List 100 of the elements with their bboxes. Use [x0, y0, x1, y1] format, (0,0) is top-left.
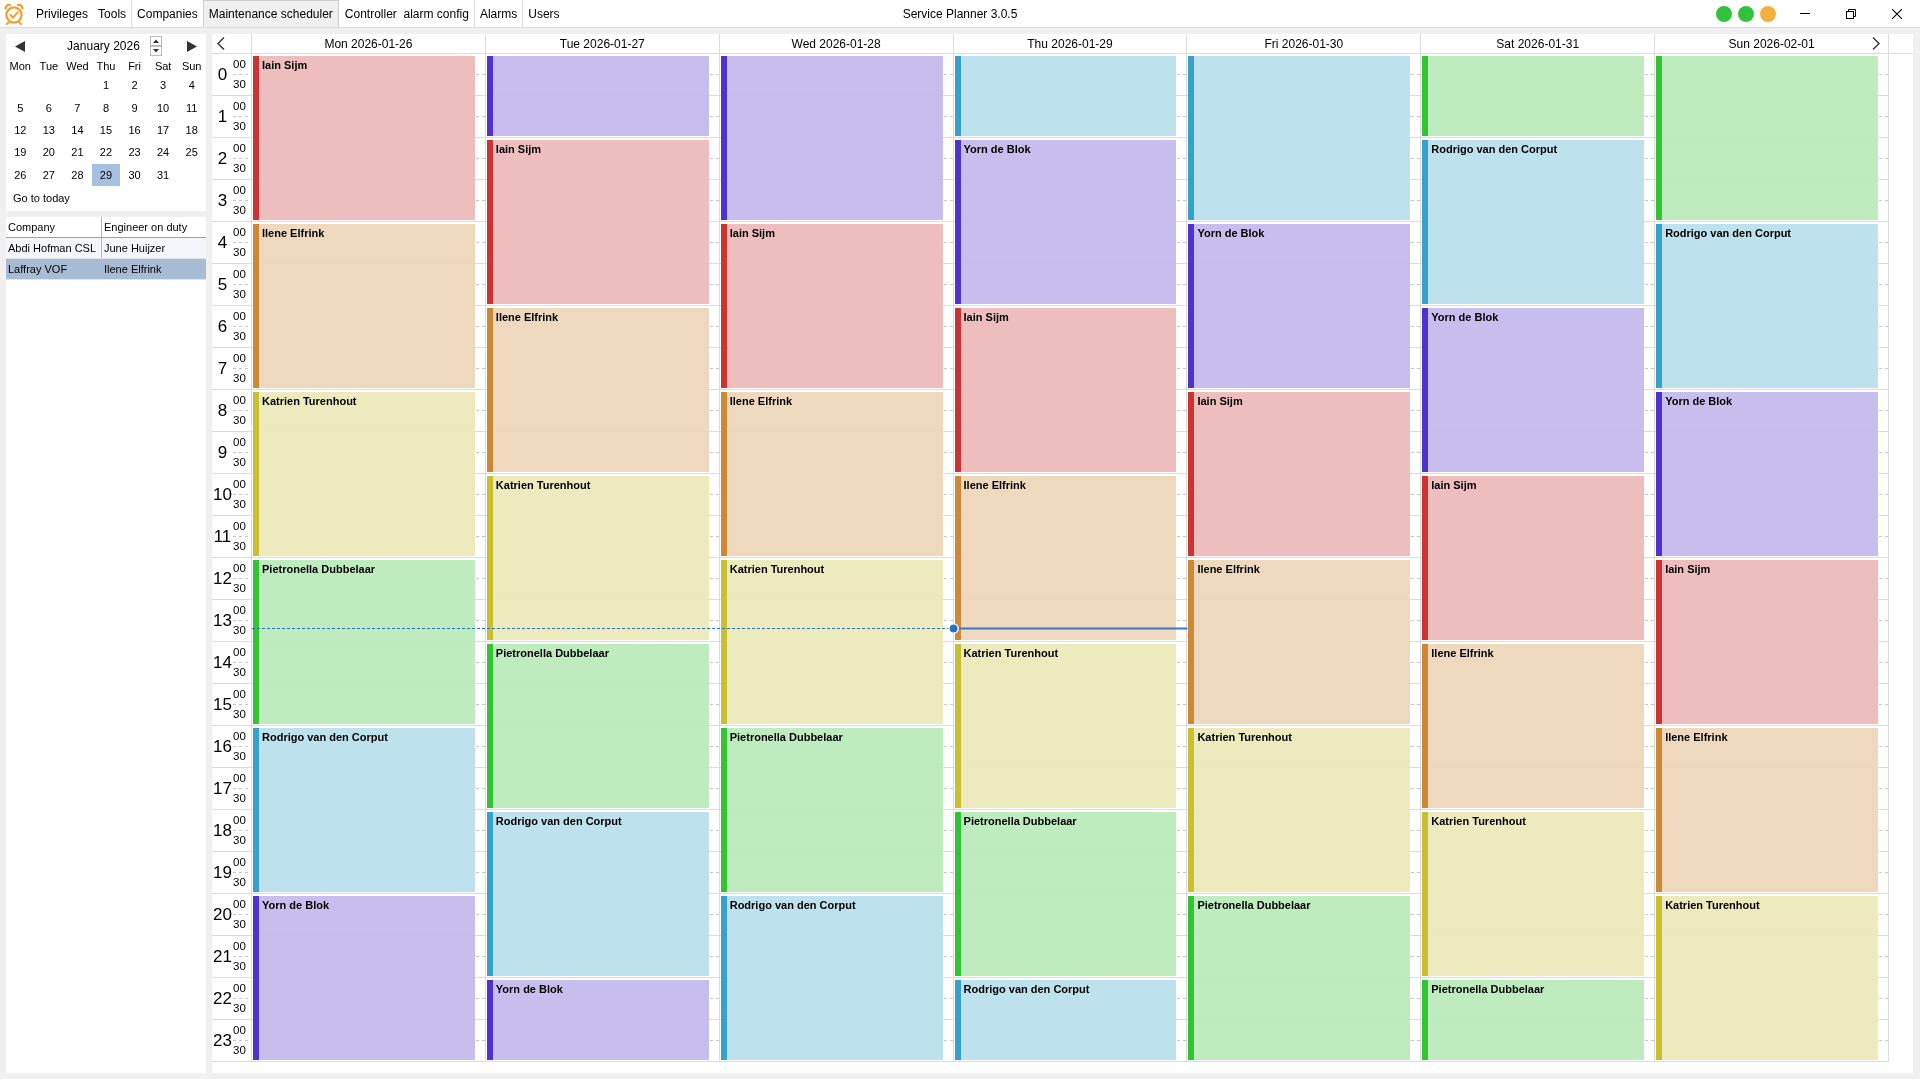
spinner-arrows-icon[interactable]: [149, 36, 162, 56]
event-block[interactable]: Pietronella Dubbelaar: [1188, 896, 1411, 1060]
column-header[interactable]: Company: [6, 217, 102, 237]
event-block[interactable]: Ilene Elfrink: [1656, 728, 1878, 892]
calendar-day[interactable]: 22: [91, 141, 121, 164]
event-block[interactable]: Rodrigo van den Corput: [486, 812, 709, 976]
calendar-day[interactable]: 10: [148, 96, 178, 119]
event-block[interactable]: Ilene Elfrink: [954, 476, 1177, 640]
event-block[interactable]: Katrien Turenhout: [954, 644, 1177, 808]
event-block[interactable]: Katrien Turenhout: [486, 476, 709, 640]
event-title: Yorn de Blok: [261, 898, 331, 911]
event-block[interactable]: Rodrigo van den Corput: [253, 728, 475, 892]
hour-label: 8: [216, 399, 229, 422]
tab[interactable]: Alarms: [473, 0, 523, 27]
hour-label: 3: [216, 189, 229, 212]
event-block[interactable]: Pietronella Dubbelaar: [486, 644, 709, 808]
calendar-day[interactable]: 30: [120, 163, 149, 186]
calendar-day[interactable]: 2: [120, 74, 149, 97]
event-block[interactable]: Katrien Turenhout: [720, 560, 943, 724]
event-block[interactable]: Yorn de Blok: [954, 140, 1177, 304]
event-block[interactable]: Pietronella Dubbelaar: [720, 728, 943, 892]
event-block[interactable]: Katrien Turenhout: [1188, 728, 1411, 892]
table-row[interactable]: Abdi Hofman CSL June Huijzer: [6, 238, 206, 259]
calendar-day[interactable]: 9: [120, 96, 149, 119]
chevron-right-icon[interactable]: [1872, 37, 1880, 50]
column-header[interactable]: Engineer on duty: [102, 217, 206, 237]
calendar-day[interactable]: 24: [148, 141, 178, 164]
calendar-day[interactable]: 12: [6, 118, 35, 142]
menu-item[interactable]: Privileges: [31, 0, 94, 27]
event-block[interactable]: Pietronella Dubbelaar: [1422, 980, 1645, 1060]
table-cell: Laffray VOF: [6, 259, 102, 279]
calendar-day[interactable]: 25: [177, 141, 206, 164]
calendar-day[interactable]: 31: [148, 163, 178, 186]
tab[interactable]: Users: [522, 0, 565, 27]
calendar-day[interactable]: 26: [6, 163, 35, 186]
calendar-day[interactable]: 17: [148, 118, 178, 142]
tab[interactable]: Controller alarm config: [338, 0, 474, 27]
event-block[interactable]: Pietronella Dubbelaar: [954, 812, 1177, 976]
weekday-label: Mon: [9, 60, 31, 72]
minute-label: 30: [233, 959, 247, 974]
go-to-today-link[interactable]: Go to today: [13, 191, 70, 205]
calendar-day[interactable]: 7: [63, 96, 92, 119]
event-block[interactable]: Yorn de Blok: [1656, 392, 1878, 556]
calendar-day[interactable]: 4: [177, 74, 206, 97]
event-block[interactable]: [720, 56, 943, 220]
event-block[interactable]: Ilene Elfrink: [1188, 560, 1411, 724]
event-block[interactable]: Yorn de Blok: [1188, 224, 1411, 388]
event-block[interactable]: Rodrigo van den Corput: [954, 980, 1177, 1060]
calendar-day[interactable]: 3: [148, 74, 178, 97]
triangle-left-icon[interactable]: [15, 40, 26, 52]
calendar-day[interactable]: 11: [177, 96, 206, 119]
calendar-day[interactable]: 5: [6, 96, 35, 119]
event-block[interactable]: Yorn de Blok: [486, 980, 709, 1060]
calendar-day[interactable]: 14: [63, 118, 92, 142]
event-block[interactable]: Yorn de Blok: [253, 896, 475, 1060]
event-block[interactable]: Katrien Turenhout: [1422, 812, 1645, 976]
calendar-day[interactable]: 28: [63, 163, 92, 186]
calendar-day[interactable]: 27: [34, 163, 64, 186]
event-block[interactable]: Yorn de Blok: [1422, 308, 1645, 472]
weekday-label: Tue: [39, 60, 59, 72]
calendar-day[interactable]: 21: [63, 141, 92, 164]
event-block[interactable]: Rodrigo van den Corput: [1422, 140, 1645, 304]
event-block[interactable]: Iain Sijm: [1656, 560, 1878, 724]
calendar-day[interactable]: 1: [91, 74, 121, 97]
event-block[interactable]: Ilene Elfrink: [486, 308, 709, 472]
minute-label: 30: [233, 203, 247, 218]
calendar-day[interactable]: 29: [91, 163, 121, 186]
event-block[interactable]: [486, 56, 709, 136]
calendar-day[interactable]: 6: [34, 96, 64, 119]
calendar-day[interactable]: 20: [34, 141, 64, 164]
event-block[interactable]: Iain Sijm: [954, 308, 1177, 472]
calendar-day[interactable]: 23: [120, 141, 149, 164]
event-block[interactable]: Katrien Turenhout: [253, 392, 475, 556]
event-block[interactable]: Ilene Elfrink: [1422, 644, 1645, 808]
event-block[interactable]: Iain Sijm: [1188, 392, 1411, 556]
table-row[interactable]: Laffray VOF Ilene Elfrink: [6, 259, 206, 280]
minute-label: 30: [233, 1001, 247, 1016]
chevron-left-icon[interactable]: [217, 37, 225, 50]
calendar-day[interactable]: 19: [6, 141, 35, 164]
event-block[interactable]: Pietronella Dubbelaar: [253, 560, 475, 724]
event-block[interactable]: Iain Sijm: [720, 224, 943, 388]
event-block[interactable]: Iain Sijm: [486, 140, 709, 304]
calendar-day[interactable]: 16: [120, 118, 149, 142]
event-block[interactable]: Rodrigo van den Corput: [720, 896, 943, 1060]
event-block[interactable]: Iain Sijm: [253, 56, 475, 220]
calendar-day[interactable]: 8: [91, 96, 121, 119]
tab[interactable]: Maintenance scheduler: [202, 0, 339, 27]
tab[interactable]: Companies: [131, 0, 203, 27]
event-block[interactable]: Ilene Elfrink: [720, 392, 943, 556]
calendar-day[interactable]: 15: [91, 118, 121, 142]
calendar-day[interactable]: 13: [34, 118, 64, 142]
triangle-right-icon[interactable]: [186, 40, 197, 52]
calendar-day[interactable]: 18: [177, 118, 206, 142]
event-block[interactable]: Katrien Turenhout: [1656, 896, 1878, 1060]
event-title: Iain Sijm: [962, 310, 1010, 323]
event-block[interactable]: Ilene Elfrink: [253, 224, 475, 388]
menu-item[interactable]: Tools: [93, 0, 132, 27]
event-block[interactable]: Iain Sijm: [1422, 476, 1645, 640]
hour-label: 4: [216, 231, 229, 254]
event-block[interactable]: Rodrigo van den Corput: [1656, 224, 1878, 388]
